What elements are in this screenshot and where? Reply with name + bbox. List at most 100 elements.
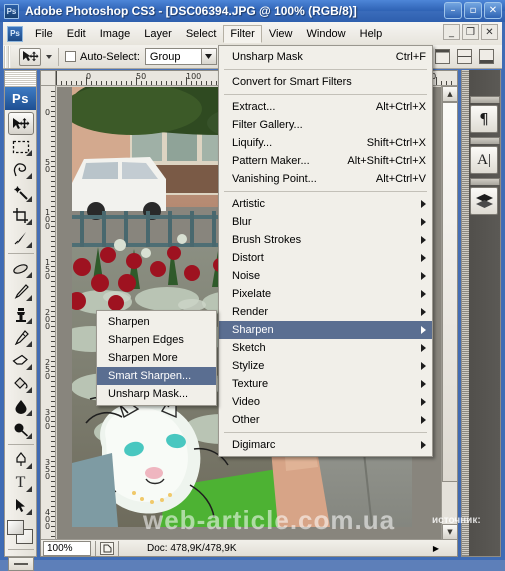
tool-flyout-indicator xyxy=(25,196,32,202)
quick-mask-toggle[interactable] xyxy=(7,557,34,571)
crop-tool[interactable] xyxy=(8,204,34,227)
filter-menu-item[interactable]: Pattern Maker... Alt+Shift+Ctrl+X xyxy=(219,152,432,170)
align-top-edges-icon[interactable] xyxy=(435,49,450,64)
filter-menu-item[interactable]: Stylize xyxy=(219,357,432,375)
move-tool[interactable] xyxy=(7,112,34,135)
filter-menu-item[interactable]: Vanishing Point... Alt+Ctrl+V xyxy=(219,170,432,188)
dock-tab[interactable] xyxy=(470,137,500,144)
paragraph-panel-icon[interactable]: ¶ xyxy=(470,105,498,133)
color-swatches[interactable] xyxy=(6,520,35,546)
brush-tool[interactable] xyxy=(8,280,34,303)
filter-menu-item[interactable]: Liquify... Shift+Ctrl+X xyxy=(219,134,432,152)
filter-menu-item[interactable]: Sketch xyxy=(219,339,432,357)
sharpen-submenu-item[interactable]: Sharpen xyxy=(97,313,216,331)
slice-tool[interactable] xyxy=(8,227,34,250)
minimize-button[interactable]: – xyxy=(444,2,462,19)
sharpen-submenu-item-label: Sharpen xyxy=(108,316,150,328)
dodge-tool[interactable] xyxy=(8,418,34,441)
dock-tab[interactable] xyxy=(470,96,500,103)
toolbox-divider xyxy=(7,444,34,445)
document-restore-button[interactable]: ❐ xyxy=(462,24,479,40)
menu-select[interactable]: Select xyxy=(179,25,224,43)
menu-image[interactable]: Image xyxy=(93,25,138,43)
options-bar-grip[interactable] xyxy=(4,45,11,68)
eraser-tool[interactable] xyxy=(8,349,34,372)
submenu-arrow-icon xyxy=(421,344,426,352)
filter-menu-item[interactable]: Digimarc xyxy=(219,436,432,454)
blur-tool[interactable] xyxy=(8,395,34,418)
menu-edit[interactable]: Edit xyxy=(60,25,93,43)
restore-button[interactable]: ▫ xyxy=(464,2,482,19)
scroll-up-button[interactable]: ▲ xyxy=(442,86,458,102)
pen-tool[interactable] xyxy=(8,448,34,471)
document-close-button[interactable]: ✕ xyxy=(481,24,498,40)
filter-menu-item-label: Sketch xyxy=(232,342,266,354)
chevron-down-icon[interactable] xyxy=(200,49,216,64)
tool-flyout-indicator xyxy=(25,295,32,301)
filter-menu-item[interactable]: Extract... Alt+Ctrl+X xyxy=(219,98,432,116)
menu-help[interactable]: Help xyxy=(353,25,390,43)
status-divider xyxy=(118,540,119,556)
status-preview-icon[interactable] xyxy=(100,541,114,555)
menu-file[interactable]: File xyxy=(28,25,60,43)
character-panel-icon[interactable]: A | xyxy=(470,146,498,174)
sharpen-submenu-item[interactable]: Smart Sharpen... xyxy=(97,367,216,385)
submenu-arrow-icon xyxy=(421,218,426,226)
filter-menu-item-label: Convert for Smart Filters xyxy=(232,76,352,88)
filter-menu-item[interactable]: Render xyxy=(219,303,432,321)
foreground-color-swatch[interactable] xyxy=(6,520,24,535)
vertical-ruler[interactable]: 0 50 100 150 200 250 300 350 400 xyxy=(41,86,56,556)
status-expand-arrow-icon[interactable]: ▶ xyxy=(433,544,439,553)
filter-menu-item[interactable]: Texture xyxy=(219,375,432,393)
filter-menu-item[interactable]: Artistic xyxy=(219,195,432,213)
lasso-tool[interactable] xyxy=(8,158,34,181)
type-tool[interactable]: T xyxy=(8,471,34,494)
align-vertical-centers-icon[interactable] xyxy=(457,49,472,64)
dock-drag-rail[interactable] xyxy=(462,70,469,556)
history-brush-tool[interactable] xyxy=(8,326,34,349)
filter-menu-item[interactable]: Blur xyxy=(219,213,432,231)
filter-menu-item[interactable]: Pixelate xyxy=(219,285,432,303)
tool-flyout-indicator xyxy=(25,509,32,515)
zoom-level-field[interactable]: 100% xyxy=(43,540,91,556)
vertical-scrollbar[interactable]: ▲ ▼ xyxy=(441,86,458,540)
sharpen-submenu-item[interactable]: Unsharp Mask... xyxy=(97,385,216,403)
filter-menu-item[interactable]: Distort xyxy=(219,249,432,267)
align-bottom-edges-icon[interactable] xyxy=(479,49,494,64)
close-button[interactable]: ✕ xyxy=(484,2,502,19)
filter-menu-item[interactable]: Filter Gallery... xyxy=(219,116,432,134)
auto-select-dropdown[interactable]: Group xyxy=(144,48,217,65)
auto-select-checkbox[interactable] xyxy=(65,51,76,62)
paint-bucket-tool[interactable] xyxy=(8,372,34,395)
menu-filter[interactable]: Filter xyxy=(223,24,262,43)
layers-panel-icon[interactable] xyxy=(470,187,498,215)
clone-stamp-tool[interactable] xyxy=(8,303,34,326)
filter-menu-item[interactable]: Video xyxy=(219,393,432,411)
menu-window[interactable]: Window xyxy=(300,25,353,43)
sharpen-submenu-item[interactable]: Sharpen Edges xyxy=(97,331,216,349)
sharpen-submenu-item[interactable]: Sharpen More xyxy=(97,349,216,367)
tool-flyout-indicator xyxy=(25,341,32,347)
filter-menu-item[interactable]: Noise xyxy=(219,267,432,285)
menu-view[interactable]: View xyxy=(262,25,300,43)
filter-menu-item[interactable]: Other xyxy=(219,411,432,429)
vertical-scroll-thumb[interactable] xyxy=(442,102,458,482)
healing-brush-tool[interactable] xyxy=(8,257,34,280)
path-selection-tool[interactable] xyxy=(8,494,34,517)
tool-preset-chevron-icon[interactable] xyxy=(46,54,52,59)
menu-layer[interactable]: Layer xyxy=(137,25,179,43)
filter-menu-item[interactable]: Sharpen xyxy=(219,321,432,339)
rectangular-marquee-tool[interactable] xyxy=(8,135,34,158)
menu-separator xyxy=(224,69,427,70)
document-minimize-button[interactable]: _ xyxy=(443,24,460,40)
ruler-corner[interactable] xyxy=(41,71,56,86)
filter-menu-item[interactable]: Unsharp Mask Ctrl+F xyxy=(219,48,432,66)
dock-tab[interactable] xyxy=(470,178,500,185)
scroll-down-button[interactable]: ▼ xyxy=(442,524,458,540)
filter-menu-item[interactable]: Convert for Smart Filters xyxy=(219,73,432,91)
submenu-arrow-icon xyxy=(421,362,426,370)
toolbox-drag-handle[interactable] xyxy=(5,71,36,87)
tool-flyout-indicator xyxy=(25,272,32,278)
filter-menu-item[interactable]: Brush Strokes xyxy=(219,231,432,249)
magic-wand-tool[interactable] xyxy=(8,181,34,204)
